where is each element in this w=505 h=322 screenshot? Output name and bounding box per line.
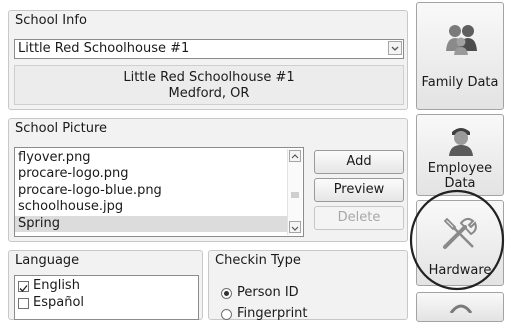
person-id-label: Person ID [237, 285, 299, 300]
scroll-down-icon[interactable] [289, 221, 301, 233]
school-select[interactable]: Little Red Schoolhouse #1 [14, 39, 404, 59]
preview-button[interactable]: Preview [314, 178, 404, 202]
list-item[interactable]: procare-logo-blue.png [18, 183, 162, 199]
list-item[interactable]: flyover.png [18, 150, 91, 166]
espanol-label: Español [33, 295, 85, 310]
language-list: English Español [14, 275, 199, 320]
fingerprint-label: Fingerprint [237, 306, 308, 321]
employee-data-button[interactable]: Employee Data [416, 114, 504, 196]
family-people-icon [443, 21, 479, 57]
list-item[interactable]: schoolhouse.jpg [18, 199, 123, 215]
list-item-selected[interactable]: Spring [15, 216, 289, 232]
school-info-display: Little Red Schoolhouse #1 Medford, OR [14, 65, 404, 105]
school-display-location: Medford, OR [168, 86, 250, 101]
list-scrollbar[interactable] [287, 149, 302, 235]
school-picture-title: School Picture [15, 121, 107, 136]
employee-data-label-line1: Employee [427, 161, 493, 176]
chevron-down-icon[interactable] [388, 41, 402, 55]
school-select-value: Little Red Schoolhouse #1 [18, 41, 190, 56]
school-info-panel: School Info Little Red Schoolhouse #1 Li… [8, 10, 408, 110]
language-title: Language [15, 253, 80, 268]
list-item[interactable]: procare-logo.png [18, 166, 129, 182]
next-nav-button[interactable] [416, 292, 504, 322]
partial-icon [447, 299, 475, 314]
radio-selected-dot [224, 291, 229, 296]
language-panel: Language English Español [8, 250, 203, 320]
checkin-type-title: Checkin Type [215, 253, 301, 268]
delete-button[interactable]: Delete [314, 206, 404, 230]
picture-file-list[interactable]: flyover.png procare-logo.png procare-log… [14, 147, 304, 237]
language-option-english[interactable]: English [18, 278, 188, 294]
school-picture-panel: School Picture flyover.png procare-logo.… [8, 118, 408, 242]
scroll-up-icon[interactable] [289, 150, 301, 162]
checkin-type-panel: Checkin Type Person ID Fingerprint [208, 250, 408, 322]
add-button[interactable]: Add [314, 150, 404, 174]
checkin-option-person-id[interactable]: Person ID [221, 285, 401, 301]
employee-person-icon [445, 123, 477, 157]
fingerprint-radio[interactable] [221, 309, 232, 320]
checkin-option-fingerprint[interactable]: Fingerprint [221, 306, 401, 322]
highlight-circle [405, 188, 505, 292]
family-data-button[interactable]: Family Data [416, 2, 504, 110]
family-data-label: Family Data [421, 75, 499, 90]
school-info-title: School Info [15, 13, 87, 28]
language-option-espanol[interactable]: Español [18, 295, 188, 311]
school-display-name: Little Red Schoolhouse #1 [123, 70, 295, 85]
scroll-thumb-grip-icon[interactable] [291, 187, 299, 198]
english-checkbox[interactable] [18, 281, 29, 292]
person-id-radio[interactable] [221, 288, 232, 299]
espanol-checkbox[interactable] [18, 298, 29, 309]
english-label: English [33, 278, 80, 293]
